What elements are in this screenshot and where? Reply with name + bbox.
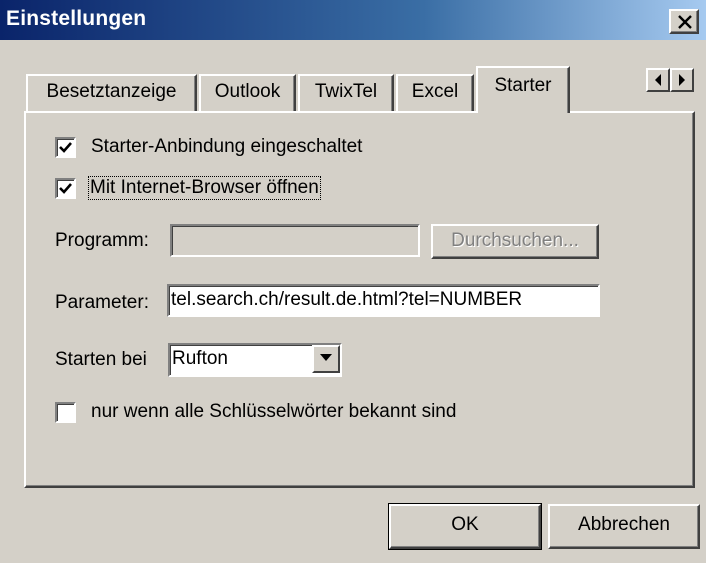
tab-outlook[interactable]: Outlook — [199, 74, 296, 111]
tab-label: Outlook — [214, 81, 281, 102]
checkmark-icon — [59, 142, 72, 153]
tab-scroll-right-button[interactable] — [670, 68, 694, 92]
title-bar[interactable]: Einstellungen — [0, 0, 706, 40]
tab-excel[interactable]: Excel — [396, 74, 474, 111]
tab-label: TwixTel — [314, 81, 378, 102]
parameter-label: Parameter: — [55, 292, 149, 313]
starter-enable-checkbox[interactable] — [55, 137, 76, 158]
tab-starter[interactable]: Starter — [476, 66, 570, 113]
ok-button[interactable]: OK — [388, 503, 542, 550]
start-on-label: Starten bei — [55, 349, 147, 370]
browser-open-label[interactable]: Mit Internet-Browser öffnen — [88, 176, 321, 200]
browse-button[interactable]: Durchsuchen... — [431, 224, 599, 259]
parameter-input[interactable]: tel.search.ch/result.de.html?tel=NUMBER — [167, 284, 600, 317]
cancel-button-label: Abbrechen — [578, 514, 670, 535]
program-label: Programm: — [55, 230, 149, 251]
browser-open-checkbox[interactable] — [55, 178, 76, 199]
triangle-left-icon — [655, 74, 661, 86]
tab-besetztanzeige[interactable]: Besetztanzeige — [26, 74, 197, 111]
triangle-right-icon — [679, 74, 685, 86]
tab-scroll-left-button[interactable] — [646, 68, 670, 92]
checkmark-icon — [59, 183, 72, 194]
close-icon — [678, 15, 692, 29]
tab-label: Starter — [494, 75, 552, 96]
starter-enable-label[interactable]: Starter-Anbindung eingeschaltet — [91, 136, 362, 158]
only-known-keywords-label[interactable]: nur wenn alle Schlüsselwörter bekannt si… — [91, 401, 456, 423]
chevron-down-icon — [320, 354, 332, 361]
browse-button-label: Durchsuchen... — [451, 230, 579, 251]
tab-label: Excel — [411, 81, 459, 102]
ok-button-label: OK — [451, 514, 479, 535]
program-field[interactable] — [170, 224, 420, 257]
start-on-dropdown-button[interactable] — [312, 345, 340, 373]
window-title: Einstellungen — [6, 7, 147, 30]
tab-twixtel[interactable]: TwixTel — [298, 74, 394, 111]
tab-label: Besetztanzeige — [46, 81, 177, 102]
close-button[interactable] — [669, 9, 699, 34]
cancel-button[interactable]: Abbrechen — [548, 504, 700, 549]
settings-dialog: Einstellungen Besetztanzeige Outlook Twi… — [0, 0, 706, 563]
only-known-keywords-checkbox[interactable] — [55, 402, 76, 423]
